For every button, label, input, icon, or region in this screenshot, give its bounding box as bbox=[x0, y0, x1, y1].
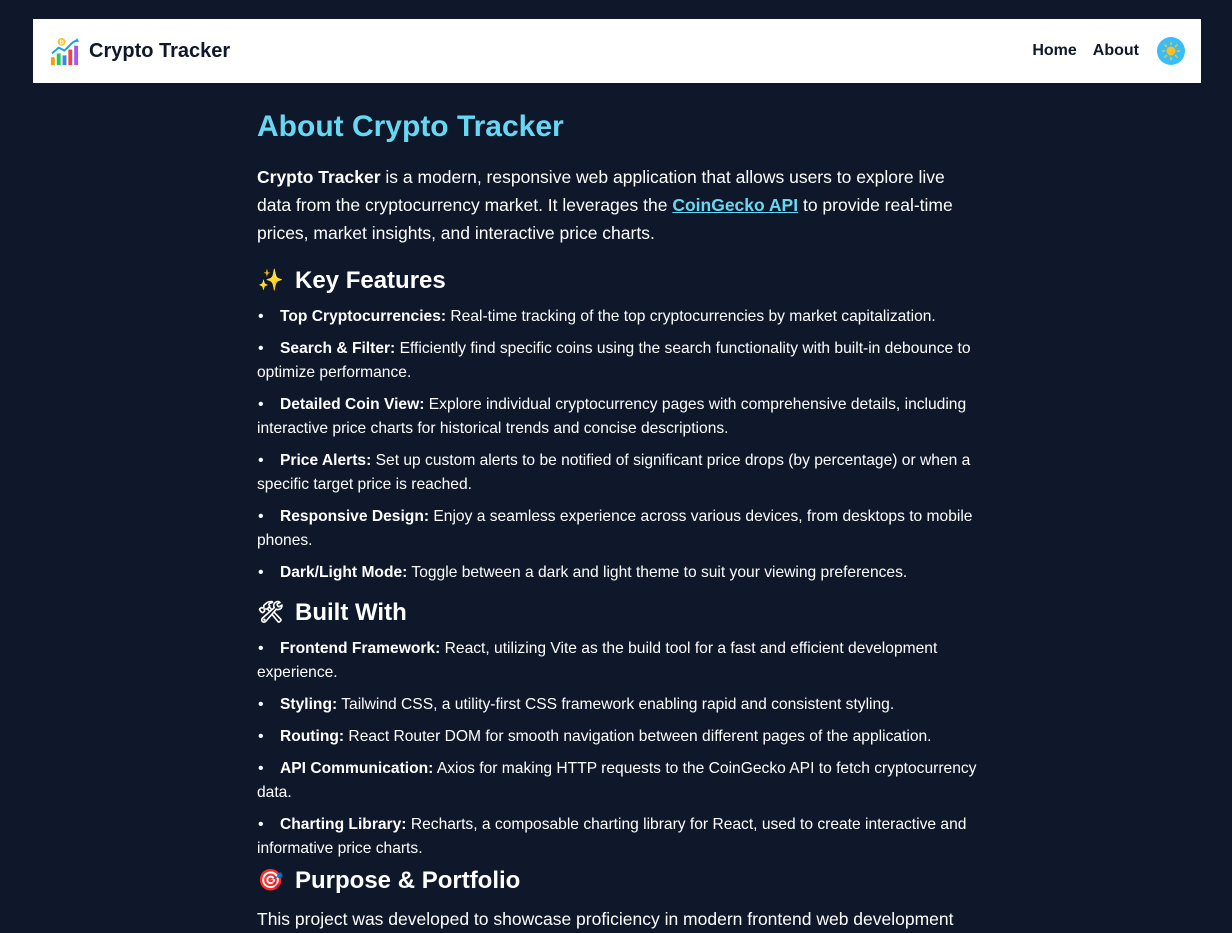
item-text: Toggle between a dark and light theme to… bbox=[407, 564, 908, 581]
bullet-icon bbox=[257, 757, 280, 781]
list-item: Charting Library: Recharts, a composable… bbox=[257, 813, 977, 861]
bullet-icon bbox=[257, 637, 280, 661]
purpose-paragraph: This project was developed to showcase p… bbox=[257, 909, 954, 929]
list-item: Top Cryptocurrencies: Real-time tracking… bbox=[257, 305, 977, 329]
bullet-icon bbox=[257, 305, 280, 329]
purpose-title: Purpose & Portfolio bbox=[295, 867, 521, 894]
item-label: Price Alerts: bbox=[280, 452, 372, 469]
built-with-title: Built With bbox=[295, 599, 407, 626]
item-label: Styling: bbox=[280, 696, 338, 713]
purpose-heading: 🎯 Purpose & Portfolio bbox=[257, 865, 977, 897]
brand[interactable]: ₿ Crypto Tracker bbox=[49, 36, 230, 67]
item-label: Detailed Coin View: bbox=[280, 396, 425, 413]
list-item: Detailed Coin View: Explore individual c… bbox=[257, 393, 977, 441]
bullet-icon bbox=[257, 393, 280, 417]
brand-name: Crypto Tracker bbox=[89, 39, 231, 62]
list-item: Routing: React Router DOM for smooth nav… bbox=[257, 725, 977, 749]
sparkles-icon: ✨ bbox=[257, 269, 285, 292]
item-label: Routing: bbox=[280, 728, 345, 745]
bullet-icon bbox=[257, 449, 280, 473]
key-features-title: Key Features bbox=[295, 267, 446, 294]
page-title: About Crypto Tracker bbox=[257, 110, 564, 143]
built-with-list: Frontend Framework: React, utilizing Vit… bbox=[257, 637, 977, 861]
list-item: API Communication: Axios for making HTTP… bbox=[257, 757, 977, 805]
item-label: Top Cryptocurrencies: bbox=[280, 308, 447, 325]
svg-text:₿: ₿ bbox=[59, 39, 64, 46]
item-label: API Communication: bbox=[280, 760, 434, 777]
navbar: ₿ Crypto Tracker Home About bbox=[33, 19, 1201, 83]
features-list: Top Cryptocurrencies: Real-time tracking… bbox=[257, 305, 977, 585]
theme-toggle-button[interactable] bbox=[1157, 37, 1185, 65]
key-features-heading: ✨ Key Features bbox=[257, 265, 977, 297]
list-item: Search & Filter: Efficiently find specif… bbox=[257, 337, 977, 385]
intro-paragraph: Crypto Tracker is a modern, responsive w… bbox=[257, 163, 977, 247]
item-text: React Router DOM for smooth navigation b… bbox=[344, 728, 932, 745]
nav-links: Home About bbox=[1032, 37, 1185, 65]
bullet-icon bbox=[257, 505, 280, 529]
nav-link-about[interactable]: About bbox=[1093, 42, 1139, 60]
nav-link-home[interactable]: Home bbox=[1032, 42, 1076, 60]
item-label: Charting Library: bbox=[280, 816, 407, 833]
list-item: Styling: Tailwind CSS, a utility-first C… bbox=[257, 693, 977, 717]
bullet-icon bbox=[257, 561, 280, 585]
item-label: Frontend Framework: bbox=[280, 640, 441, 657]
list-item: Dark/Light Mode: Toggle between a dark a… bbox=[257, 561, 977, 585]
item-label: Responsive Design: bbox=[280, 508, 430, 525]
list-item: Frontend Framework: React, utilizing Vit… bbox=[257, 637, 977, 685]
item-text: Tailwind CSS, a utility-first CSS framew… bbox=[337, 696, 895, 713]
chart-logo-icon: ₿ bbox=[50, 37, 80, 65]
list-item: Price Alerts: Set up custom alerts to be… bbox=[257, 449, 977, 497]
item-label: Dark/Light Mode: bbox=[280, 564, 408, 581]
sun-icon bbox=[1161, 41, 1181, 61]
bullet-icon bbox=[257, 725, 280, 749]
about-content: About Crypto Tracker Crypto Tracker is a… bbox=[257, 108, 977, 933]
bullet-icon bbox=[257, 337, 280, 361]
list-item: Responsive Design: Enjoy a seamless expe… bbox=[257, 505, 977, 553]
target-icon: 🎯 bbox=[257, 869, 285, 892]
bullet-icon bbox=[257, 693, 280, 717]
item-label: Search & Filter: bbox=[280, 340, 396, 357]
built-with-heading: 🛠 Built With bbox=[257, 597, 977, 629]
hammer-wrench-icon: 🛠 bbox=[257, 601, 285, 624]
bullet-icon bbox=[257, 813, 280, 837]
item-text: Real-time tracking of the top cryptocurr… bbox=[446, 308, 936, 325]
coingecko-api-link[interactable]: CoinGecko API bbox=[672, 195, 798, 215]
intro-bold: Crypto Tracker bbox=[257, 167, 381, 187]
